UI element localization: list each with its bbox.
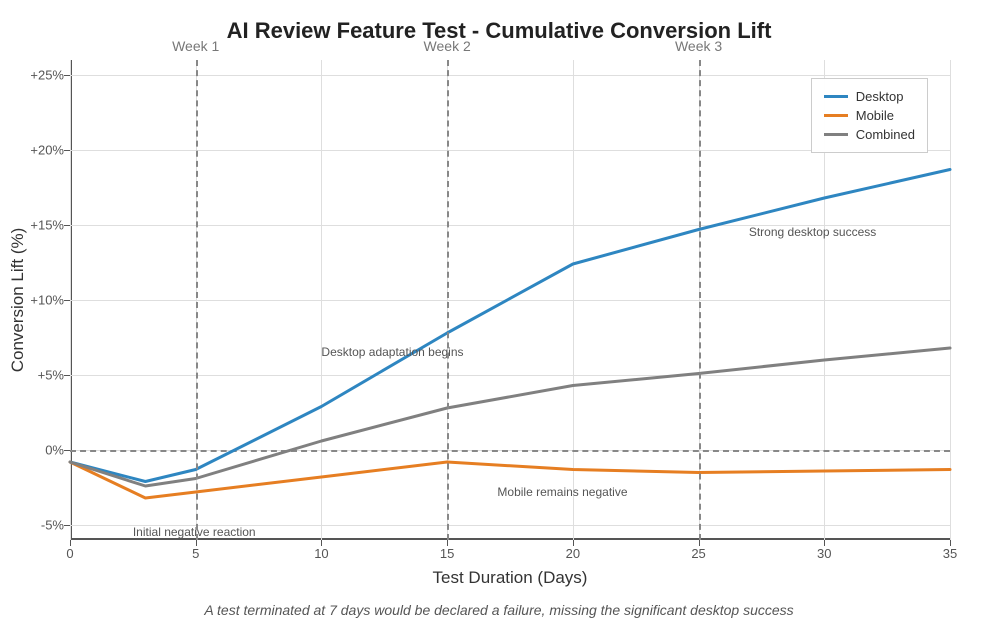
y-tick [64, 450, 70, 451]
plot-area: Initial negative reaction Desktop adaptat… [70, 60, 950, 540]
y-tick [64, 375, 70, 376]
x-tick-label: 5 [192, 546, 199, 561]
week-marker-label: Week 1 [172, 38, 219, 54]
annotation: Desktop adaptation begins [321, 345, 463, 359]
annotation: Initial negative reaction [133, 525, 256, 539]
week-marker-line [196, 60, 198, 540]
legend-label-combined: Combined [856, 127, 915, 142]
y-tick-label: +20% [30, 143, 64, 158]
week-marker-line [447, 60, 449, 540]
vgrid-line [950, 60, 951, 540]
y-tick [64, 300, 70, 301]
y-tick-label: +15% [30, 218, 64, 233]
y-tick [64, 225, 70, 226]
y-axis-title: Conversion Lift (%) [8, 228, 28, 373]
x-tick-label: 25 [691, 546, 705, 561]
y-tick-label: +10% [30, 293, 64, 308]
y-tick [64, 525, 70, 526]
y-tick-label: -5% [41, 518, 64, 533]
series-line-desktop [70, 170, 950, 482]
annotation: Strong desktop success [749, 225, 876, 239]
x-tick-label: 35 [943, 546, 957, 561]
y-tick-label: +25% [30, 68, 64, 83]
legend-item-desktop: Desktop [824, 87, 915, 106]
legend: Desktop Mobile Combined [811, 78, 928, 153]
x-tick-label: 30 [817, 546, 831, 561]
legend-swatch-mobile [824, 114, 848, 117]
annotation: Mobile remains negative [497, 485, 627, 499]
y-tick-label: 0% [45, 443, 64, 458]
chart-subtitle: A test terminated at 7 days would be dec… [0, 602, 998, 618]
x-tick-label: 20 [566, 546, 580, 561]
x-tick-label: 10 [314, 546, 328, 561]
x-tick-label: 15 [440, 546, 454, 561]
legend-item-mobile: Mobile [824, 106, 915, 125]
chart-title: AI Review Feature Test - Cumulative Conv… [0, 18, 998, 44]
chart-container: AI Review Feature Test - Cumulative Conv… [0, 0, 998, 626]
week-marker-label: Week 2 [424, 38, 471, 54]
y-tick [64, 75, 70, 76]
legend-swatch-combined [824, 133, 848, 136]
x-axis-title: Test Duration (Days) [70, 568, 950, 588]
legend-label-mobile: Mobile [856, 108, 894, 123]
y-tick [64, 150, 70, 151]
week-marker-label: Week 3 [675, 38, 722, 54]
legend-item-combined: Combined [824, 125, 915, 144]
legend-swatch-desktop [824, 95, 848, 98]
week-marker-line [699, 60, 701, 540]
legend-label-desktop: Desktop [856, 89, 904, 104]
y-tick-label: +5% [38, 368, 64, 383]
x-tick-label: 0 [66, 546, 73, 561]
